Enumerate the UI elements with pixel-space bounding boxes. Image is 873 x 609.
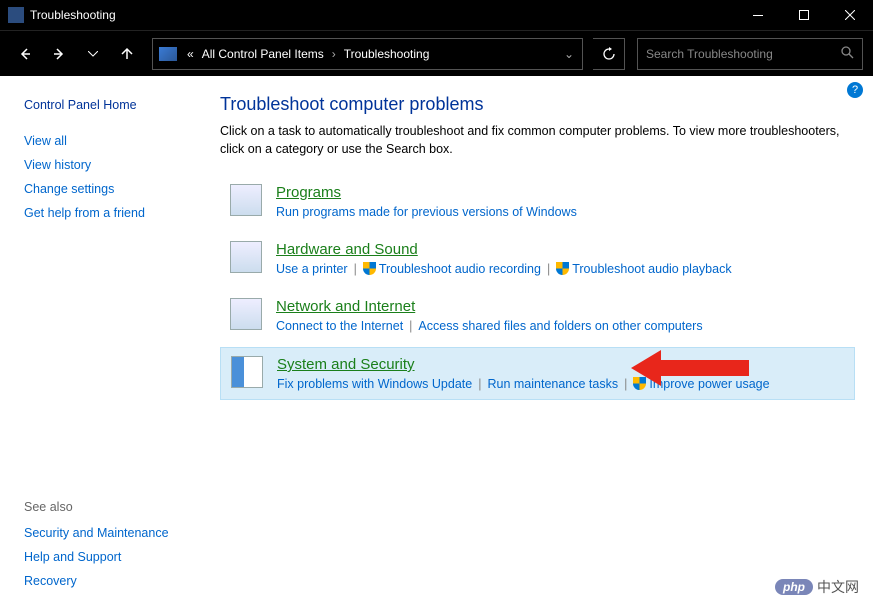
task-link[interactable]: Fix problems with Windows Update: [277, 377, 472, 391]
help-icon[interactable]: ?: [847, 82, 863, 98]
window-title: Troubleshooting: [30, 8, 735, 22]
category-hardware-and-sound: Hardware and Sound Use a printer | Troubles…: [220, 233, 855, 284]
back-button[interactable]: [10, 39, 40, 69]
search-icon[interactable]: [840, 45, 854, 62]
separator: |: [624, 377, 627, 391]
task-link[interactable]: Use a printer: [276, 262, 348, 276]
category-title-link[interactable]: Programs: [276, 184, 341, 201]
refresh-button[interactable]: [593, 38, 625, 70]
category-system-and-security: System and Security Fix problems with Win…: [220, 347, 855, 400]
main-panel: Troubleshoot computer problems Click on …: [200, 76, 873, 609]
sidebar-link-view-history[interactable]: View history: [24, 158, 200, 172]
breadcrumb-current[interactable]: Troubleshooting: [340, 47, 434, 61]
control-panel-icon: [159, 47, 177, 61]
uac-shield-icon: [556, 262, 569, 275]
separator: |: [478, 377, 481, 391]
see-also-help[interactable]: Help and Support: [24, 550, 200, 564]
navigation-bar: « All Control Panel Items › Troubleshoot…: [0, 30, 873, 76]
control-panel-home-link[interactable]: Control Panel Home: [24, 98, 200, 112]
annotation-arrow: [631, 348, 751, 388]
search-box[interactable]: [637, 38, 863, 70]
app-icon: [8, 7, 24, 23]
content-area: ? Control Panel Home View all View histo…: [0, 76, 873, 609]
task-link[interactable]: Troubleshoot audio recording: [379, 262, 541, 276]
sidebar-link-view-all[interactable]: View all: [24, 134, 200, 148]
address-bar[interactable]: « All Control Panel Items › Troubleshoot…: [152, 38, 583, 70]
task-link[interactable]: Run programs made for previous versions …: [276, 205, 577, 219]
sidebar-link-change-settings[interactable]: Change settings: [24, 182, 200, 196]
minimize-button[interactable]: [735, 0, 781, 30]
separator: |: [409, 319, 412, 333]
chevron-right-icon[interactable]: ›: [328, 47, 340, 61]
breadcrumb-parent[interactable]: All Control Panel Items: [198, 47, 328, 61]
category-icon: [231, 356, 263, 388]
sidebar: Control Panel Home View all View history…: [0, 76, 200, 609]
address-dropdown-icon[interactable]: ⌄: [556, 47, 582, 61]
category-icon: [230, 241, 262, 273]
breadcrumb-prefix: «: [183, 47, 198, 61]
category-title-link[interactable]: Hardware and Sound: [276, 241, 418, 258]
category-icon: [230, 184, 262, 216]
up-button[interactable]: [112, 39, 142, 69]
task-link[interactable]: Troubleshoot audio playback: [572, 262, 731, 276]
search-input[interactable]: [646, 47, 840, 61]
window-titlebar: Troubleshooting: [0, 0, 873, 30]
maximize-button[interactable]: [781, 0, 827, 30]
task-link[interactable]: Connect to the Internet: [276, 319, 403, 333]
category-title-link[interactable]: System and Security: [277, 356, 415, 373]
forward-button[interactable]: [44, 39, 74, 69]
see-also-security[interactable]: Security and Maintenance: [24, 526, 200, 540]
page-heading: Troubleshoot computer problems: [220, 94, 855, 115]
uac-shield-icon: [363, 262, 376, 275]
see-also-recovery[interactable]: Recovery: [24, 574, 200, 588]
page-intro: Click on a task to automatically trouble…: [220, 123, 855, 158]
category-icon: [230, 298, 262, 330]
watermark-php: php: [775, 579, 813, 595]
recent-dropdown[interactable]: [78, 39, 108, 69]
watermark: php 中文网: [775, 577, 859, 597]
watermark-text: 中文网: [817, 577, 859, 597]
category-title-link[interactable]: Network and Internet: [276, 298, 415, 315]
see-also-label: See also: [24, 500, 200, 514]
close-button[interactable]: [827, 0, 873, 30]
category-network-and-internet: Network and Internet Connect to the Inter…: [220, 290, 855, 341]
sidebar-link-get-help[interactable]: Get help from a friend: [24, 206, 200, 220]
separator: |: [547, 262, 550, 276]
task-link[interactable]: Run maintenance tasks: [487, 377, 618, 391]
category-programs: Programs Run programs made for previous v…: [220, 176, 855, 227]
separator: |: [354, 262, 357, 276]
task-link[interactable]: Access shared files and folders on other…: [418, 319, 702, 333]
